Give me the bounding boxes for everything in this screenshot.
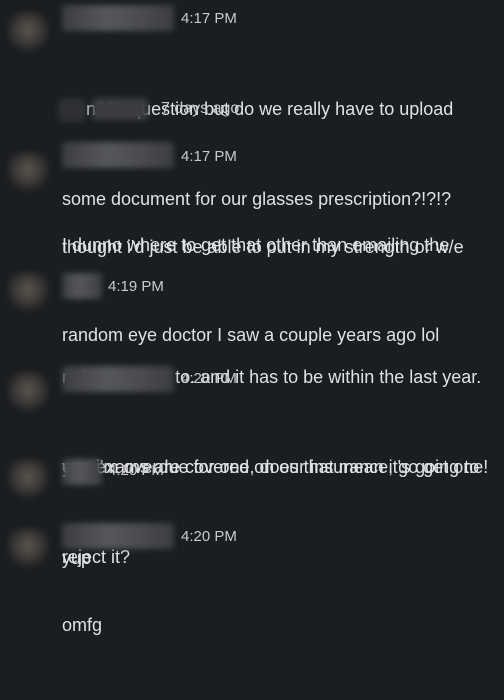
sender-name[interactable] (62, 366, 174, 392)
avatar[interactable] (6, 459, 50, 499)
avatar[interactable] (6, 12, 50, 52)
avatar[interactable] (6, 152, 50, 192)
sender-name[interactable] (62, 523, 174, 549)
replies-timestamp: 7 days ago (161, 100, 240, 117)
avatar[interactable] (6, 272, 50, 312)
sender-name[interactable] (62, 273, 102, 299)
message-timestamp[interactable]: 4:19 PM (108, 278, 164, 295)
message-line: omfg (62, 615, 103, 635)
sender-name[interactable] (62, 459, 102, 485)
message-timestamp[interactable]: 4:20 PM (181, 528, 237, 545)
reply-name (92, 98, 148, 120)
message-line: thought i'd just be able to put in my st… (62, 237, 464, 257)
reply-avatar (58, 98, 86, 122)
message-timestamp[interactable]: 4:20 PM (181, 370, 237, 387)
sender-name[interactable] (62, 142, 174, 168)
message-timestamp[interactable]: 4:17 PM (181, 148, 237, 165)
avatar[interactable] (6, 528, 50, 568)
message-body: omfg (62, 550, 502, 700)
avatar[interactable] (6, 372, 50, 412)
message-timestamp[interactable]: 4:17 PM (181, 10, 237, 27)
message-timestamp[interactable]: 4:20 PM (108, 462, 164, 479)
sender-name[interactable] (62, 5, 174, 31)
